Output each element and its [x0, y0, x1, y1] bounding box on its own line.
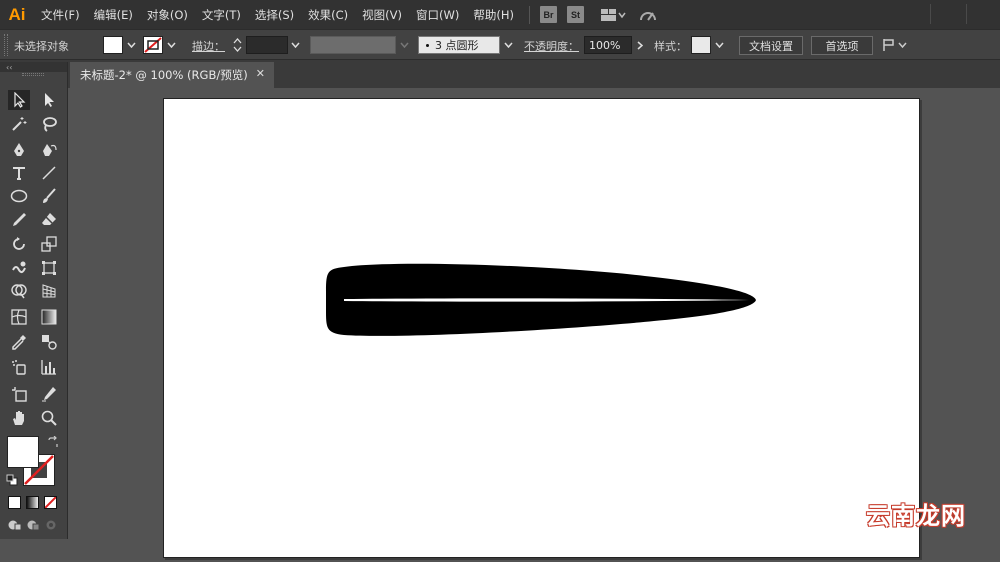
fill-swatch-large[interactable] — [7, 436, 39, 468]
swap-fill-stroke-icon[interactable] — [47, 435, 59, 451]
document-tab-bar: 未标题-2* @ 100% (RGB/预览) ✕ — [0, 60, 1000, 88]
variable-width-profile[interactable] — [310, 36, 396, 54]
artboard-tool-icon[interactable] — [8, 384, 30, 404]
graphic-style-swatch[interactable] — [691, 36, 711, 54]
preferences-button[interactable]: 首选项 — [811, 36, 873, 55]
brush-definition-field[interactable]: 3 点圆形 — [418, 36, 500, 54]
menu-divider — [528, 5, 530, 24]
stroke-color-swatch[interactable] — [143, 36, 163, 54]
menu-effect[interactable]: 效果(C) — [301, 7, 355, 23]
zoom-tool-icon[interactable] — [38, 408, 60, 428]
chevron-down-icon[interactable] — [712, 36, 726, 54]
app-logo: Ai — [8, 4, 26, 24]
free-transform-tool-icon[interactable] — [38, 258, 60, 278]
curvature-tool-icon[interactable] — [38, 140, 60, 160]
selection-status: 未选择对象 — [14, 40, 69, 53]
column-graph-tool-icon[interactable] — [38, 357, 60, 377]
rotate-tool-icon[interactable] — [8, 234, 30, 254]
chevron-right-icon[interactable] — [633, 36, 647, 54]
collapse-icon[interactable]: ‹‹ — [6, 63, 12, 72]
style-label: 样式： — [654, 40, 687, 53]
menu-help[interactable]: 帮助(H) — [466, 7, 521, 23]
selection-tool-icon[interactable] — [8, 90, 30, 110]
fill-color-swatch[interactable] — [103, 36, 123, 54]
document-tab[interactable]: 未标题-2* @ 100% (RGB/预览) ✕ — [70, 62, 274, 88]
menu-window[interactable]: 窗口(W) — [409, 7, 466, 23]
eyedropper-tool-icon[interactable] — [8, 332, 30, 352]
eraser-tool-icon[interactable] — [38, 209, 60, 229]
opacity-input[interactable]: 100% — [584, 36, 632, 54]
draw-behind-icon[interactable] — [26, 519, 40, 534]
bridge-button[interactable]: Br — [539, 6, 557, 23]
menu-object[interactable]: 对象(O) — [140, 7, 195, 23]
menu-select[interactable]: 选择(S) — [248, 7, 301, 23]
type-tool-icon[interactable] — [8, 163, 30, 183]
magic-wand-tool-icon[interactable] — [8, 114, 30, 134]
workspace-layout-icon[interactable] — [600, 8, 626, 22]
brush-definition-value: 3 点圆形 — [435, 39, 479, 52]
pencil-tool-icon[interactable] — [8, 209, 30, 229]
menu-bar: Ai 文件(F) 编辑(E) 对象(O) 文字(T) 选择(S) 效果(C) 视… — [0, 0, 1000, 29]
scale-tool-icon[interactable] — [38, 234, 60, 254]
minimize-button[interactable] — [930, 4, 966, 24]
hand-tool-icon[interactable] — [8, 408, 30, 428]
opacity-label[interactable]: 不透明度： — [524, 38, 579, 54]
maximize-button[interactable] — [966, 4, 1000, 24]
none-mode-icon[interactable] — [44, 496, 57, 509]
document-setup-button[interactable]: 文档设置 — [739, 36, 803, 55]
menu-type[interactable]: 文字(T) — [195, 7, 248, 23]
default-fill-stroke-icon[interactable] — [6, 474, 18, 489]
tools-panel-header[interactable]: ‹‹ — [0, 62, 67, 72]
watermark-text: 云南龙网 — [866, 502, 966, 530]
warp-tool-icon[interactable] — [8, 258, 30, 278]
chevron-down-icon[interactable] — [124, 36, 138, 54]
gradient-mode-icon[interactable] — [26, 496, 39, 509]
draw-inside-icon[interactable] — [44, 519, 58, 534]
chevron-down-icon[interactable] — [164, 36, 178, 54]
symbol-sprayer-tool-icon[interactable] — [8, 357, 30, 377]
shape-builder-tool-icon[interactable] — [8, 281, 30, 301]
chevron-down-icon[interactable] — [397, 36, 411, 54]
color-mode-icon[interactable] — [8, 496, 21, 509]
blend-tool-icon[interactable] — [38, 332, 60, 352]
stroke-weight-stepper[interactable] — [230, 36, 244, 54]
direct-selection-tool-icon[interactable] — [38, 90, 60, 110]
line-segment-tool-icon[interactable] — [38, 163, 60, 183]
align-options-icon[interactable] — [881, 36, 911, 54]
tools-panel-grip[interactable] — [22, 73, 44, 76]
slice-tool-icon[interactable] — [38, 384, 60, 404]
gradient-tool-icon[interactable] — [38, 307, 60, 327]
stock-button[interactable]: St — [566, 6, 584, 23]
brush-dot-icon — [426, 43, 429, 47]
lasso-tool-icon[interactable] — [38, 114, 60, 134]
draw-normal-icon[interactable] — [8, 519, 22, 534]
control-bar-grip[interactable] — [4, 34, 8, 56]
perspective-grid-tool-icon[interactable] — [38, 281, 60, 301]
chevron-down-icon[interactable] — [501, 36, 515, 54]
control-bar: 未选择对象 描边： 3 点圆形 不透明度： 100% 样式： 文档设置 首选项 — [0, 29, 1000, 60]
close-icon[interactable]: ✕ — [256, 67, 265, 80]
mesh-tool-icon[interactable] — [8, 307, 30, 327]
menu-file[interactable]: 文件(F) — [34, 7, 87, 23]
artwork-shape[interactable] — [164, 99, 921, 559]
menu-view[interactable]: 视图(V) — [355, 7, 409, 23]
document-tab-title: 未标题-2* @ 100% (RGB/预览) — [80, 68, 248, 82]
stroke-weight-input[interactable] — [246, 36, 288, 54]
chevron-down-icon[interactable] — [288, 36, 302, 54]
ellipse-tool-icon[interactable] — [8, 186, 30, 206]
stroke-label[interactable]: 描边： — [192, 38, 225, 54]
gpu-performance-icon[interactable] — [638, 7, 658, 23]
pen-tool-icon[interactable] — [8, 140, 30, 160]
menu-edit[interactable]: 编辑(E) — [87, 7, 140, 23]
paintbrush-tool-icon[interactable] — [38, 186, 60, 206]
tools-panel: ‹‹ — [0, 62, 68, 539]
artboard[interactable] — [163, 98, 920, 558]
